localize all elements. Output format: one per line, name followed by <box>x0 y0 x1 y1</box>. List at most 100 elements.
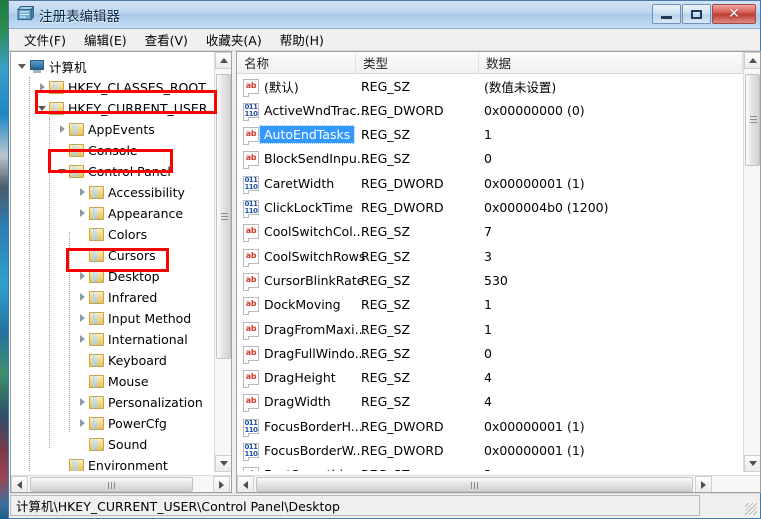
values-scroll-thumb[interactable] <box>745 74 760 166</box>
table-row[interactable]: 011 110 FocusBorderW... REG_DWORD 0x00000001… <box>237 439 743 463</box>
table-row[interactable]: 011 110 ClickLockTime REG_DWORD 0x000004b0 (… <box>237 196 743 220</box>
tree-node-console[interactable]: Console <box>57 140 138 161</box>
table-row[interactable]: ab FontSmoothingREG_SZ 2 <box>237 463 743 471</box>
tree-node-personalization[interactable]: Personalization <box>77 392 203 413</box>
menu-item-3[interactable]: 收藏夹(A) <box>197 28 271 51</box>
table-row[interactable]: ab DragHeight REG_SZ 4 <box>237 366 743 390</box>
collapsed-arrow-icon[interactable] <box>77 397 88 408</box>
tree-node-sound[interactable]: Sound <box>77 434 147 455</box>
collapsed-arrow-icon[interactable] <box>57 124 68 135</box>
tree-node-label: HKEY_CLASSES_ROOT <box>68 80 206 95</box>
tree-node-environment[interactable]: Environment <box>57 455 168 471</box>
screen: 注册表编辑器 ✕ 文件(F) 编辑(E) 查看(V) 收藏夹(A) 帮助(H) 计算机 H… <box>0 0 761 519</box>
column-header-2[interactable]: 数据 <box>479 52 743 73</box>
tree-node-label: Keyboard <box>108 353 167 368</box>
status-path: 计算机\HKEY_CURRENT_USER\Control Panel\Desk… <box>10 495 700 516</box>
column-header-0[interactable]: 名称 <box>237 52 356 73</box>
expanded-arrow-icon[interactable] <box>17 61 28 72</box>
tree-node-cursors[interactable]: Cursors <box>77 245 156 266</box>
value-icon-glyph: ab <box>245 396 257 406</box>
tree-node-colors[interactable]: Colors <box>77 224 147 245</box>
table-row[interactable]: ab BlockSendInpu... REG_SZ 0 <box>237 147 743 171</box>
folder-icon <box>69 459 84 471</box>
values-vertical-scrollbar[interactable] <box>743 52 760 472</box>
values-scroll-down-button[interactable] <box>744 455 760 472</box>
tree-node-appevents[interactable]: AppEvents <box>57 119 155 140</box>
folder-icon <box>89 354 104 367</box>
no-expander <box>77 376 88 387</box>
tree-hscroll-thumb[interactable] <box>30 477 193 492</box>
folder-icon <box>89 417 104 430</box>
tree-node-hkey-current-user[interactable]: HKEY_CURRENT_USER <box>37 98 207 119</box>
table-row[interactable]: ab DragWidth REG_SZ 4 <box>237 390 743 414</box>
column-header-1[interactable]: 类型 <box>356 52 479 73</box>
table-row[interactable]: ab AutoEndTasks REG_SZ 1 <box>237 123 743 147</box>
collapsed-arrow-icon[interactable] <box>37 82 48 93</box>
menu-item-1[interactable]: 编辑(E) <box>75 28 136 51</box>
value-name: FontSmoothing <box>264 467 359 471</box>
resize-grip-icon[interactable] <box>745 503 757 515</box>
table-row[interactable]: ab CursorBlinkRate REG_SZ 530 <box>237 268 743 292</box>
values-horizontal-scrollbar[interactable] <box>237 475 760 492</box>
tree-scroll-thumb[interactable] <box>216 74 231 359</box>
table-row[interactable]: ab DockMoving REG_SZ 1 <box>237 293 743 317</box>
tree-node-hkey-classes-root[interactable]: HKEY_CLASSES_ROOT <box>37 77 206 98</box>
menu-item-2[interactable]: 查看(V) <box>136 28 197 51</box>
tree-scroll-left-button[interactable] <box>11 476 28 492</box>
table-row[interactable]: ab CoolSwitchRows REG_SZ 3 <box>237 244 743 268</box>
chevron-right-icon <box>701 480 706 489</box>
tree-node-desktop[interactable]: Desktop <box>77 266 160 287</box>
menu-item-4[interactable]: 帮助(H) <box>271 28 333 51</box>
table-row[interactable]: 011 110 FocusBorderH... REG_DWORD 0x00000001… <box>237 414 743 438</box>
collapsed-arrow-icon[interactable] <box>77 271 88 282</box>
tree-vertical-scrollbar[interactable] <box>214 52 231 472</box>
value-icon-glyph: ab <box>245 347 257 357</box>
tree-node-input-method[interactable]: Input Method <box>77 308 191 329</box>
registry-values-pane[interactable]: 名称 类型 数据 ab (默认) REG_SZ (数值未设置) 011 110 ActiveWn… <box>236 51 761 493</box>
tree-node-international[interactable]: International <box>77 329 188 350</box>
value-data: (数值未设置) <box>484 79 557 95</box>
tree-node--[interactable]: 计算机 <box>17 56 87 77</box>
string-value-icon: ab <box>243 151 259 170</box>
values-scroll-right-button[interactable] <box>695 476 712 492</box>
tree-scroll-up-button[interactable] <box>215 52 231 69</box>
tree-node-control-panel[interactable]: Control Panel <box>57 161 171 182</box>
tree-node-accessibility[interactable]: Accessibility <box>77 182 185 203</box>
menu-item-0[interactable]: 文件(F) <box>15 28 75 51</box>
tree-node-powercfg[interactable]: PowerCfg <box>77 413 167 434</box>
values-scroll-left-button[interactable] <box>237 476 254 492</box>
value-type: REG_SZ <box>361 297 411 313</box>
minimize-button[interactable] <box>652 4 681 24</box>
grip-icon <box>107 482 116 489</box>
maximize-button[interactable] <box>682 4 711 24</box>
close-button[interactable]: ✕ <box>712 4 756 24</box>
collapsed-arrow-icon[interactable] <box>77 208 88 219</box>
table-row[interactable]: ab DragFromMaxi... REG_SZ 1 <box>237 317 743 341</box>
value-icon-glyph: 011 110 <box>244 102 258 118</box>
collapsed-arrow-icon[interactable] <box>77 292 88 303</box>
tree-node-appearance[interactable]: Appearance <box>77 203 183 224</box>
tree-horizontal-scrollbar[interactable] <box>11 475 231 492</box>
collapsed-arrow-icon[interactable] <box>77 313 88 324</box>
table-row[interactable]: 011 110 ActiveWndTrac... REG_DWORD 0x0000000… <box>237 98 743 122</box>
collapsed-arrow-icon[interactable] <box>77 187 88 198</box>
values-scroll-up-button[interactable] <box>744 52 760 69</box>
table-row[interactable]: 011 110 CaretWidth REG_DWORD 0x00000001 (1) <box>237 171 743 195</box>
collapsed-arrow-icon[interactable] <box>77 418 88 429</box>
tree-scroll-down-button[interactable] <box>215 455 231 472</box>
expanded-arrow-icon[interactable] <box>57 166 68 177</box>
tree-node-label: AppEvents <box>88 122 155 137</box>
values-hscroll-thumb[interactable] <box>256 477 693 492</box>
table-row[interactable]: ab CoolSwitchCol... REG_SZ 7 <box>237 220 743 244</box>
tree-node-mouse[interactable]: Mouse <box>77 371 149 392</box>
tree-scroll-right-button[interactable] <box>213 476 230 492</box>
tree-node-infrared[interactable]: Infrared <box>77 287 157 308</box>
table-row[interactable]: ab DragFullWindo... REG_SZ 0 <box>237 341 743 365</box>
registry-tree-pane[interactable]: 计算机 HKEY_CLASSES_ROOT HKEY_CURRENT_USER App… <box>10 51 232 493</box>
collapsed-arrow-icon[interactable] <box>77 334 88 345</box>
registry-tree[interactable]: 计算机 HKEY_CLASSES_ROOT HKEY_CURRENT_USER App… <box>11 52 214 471</box>
values-list[interactable]: ab (默认) REG_SZ (数值未设置) 011 110 ActiveWndTrac..… <box>237 74 743 471</box>
tree-node-keyboard[interactable]: Keyboard <box>77 350 167 371</box>
table-row[interactable]: ab (默认) REG_SZ (数值未设置) <box>237 74 743 98</box>
expanded-arrow-icon[interactable] <box>37 103 48 114</box>
